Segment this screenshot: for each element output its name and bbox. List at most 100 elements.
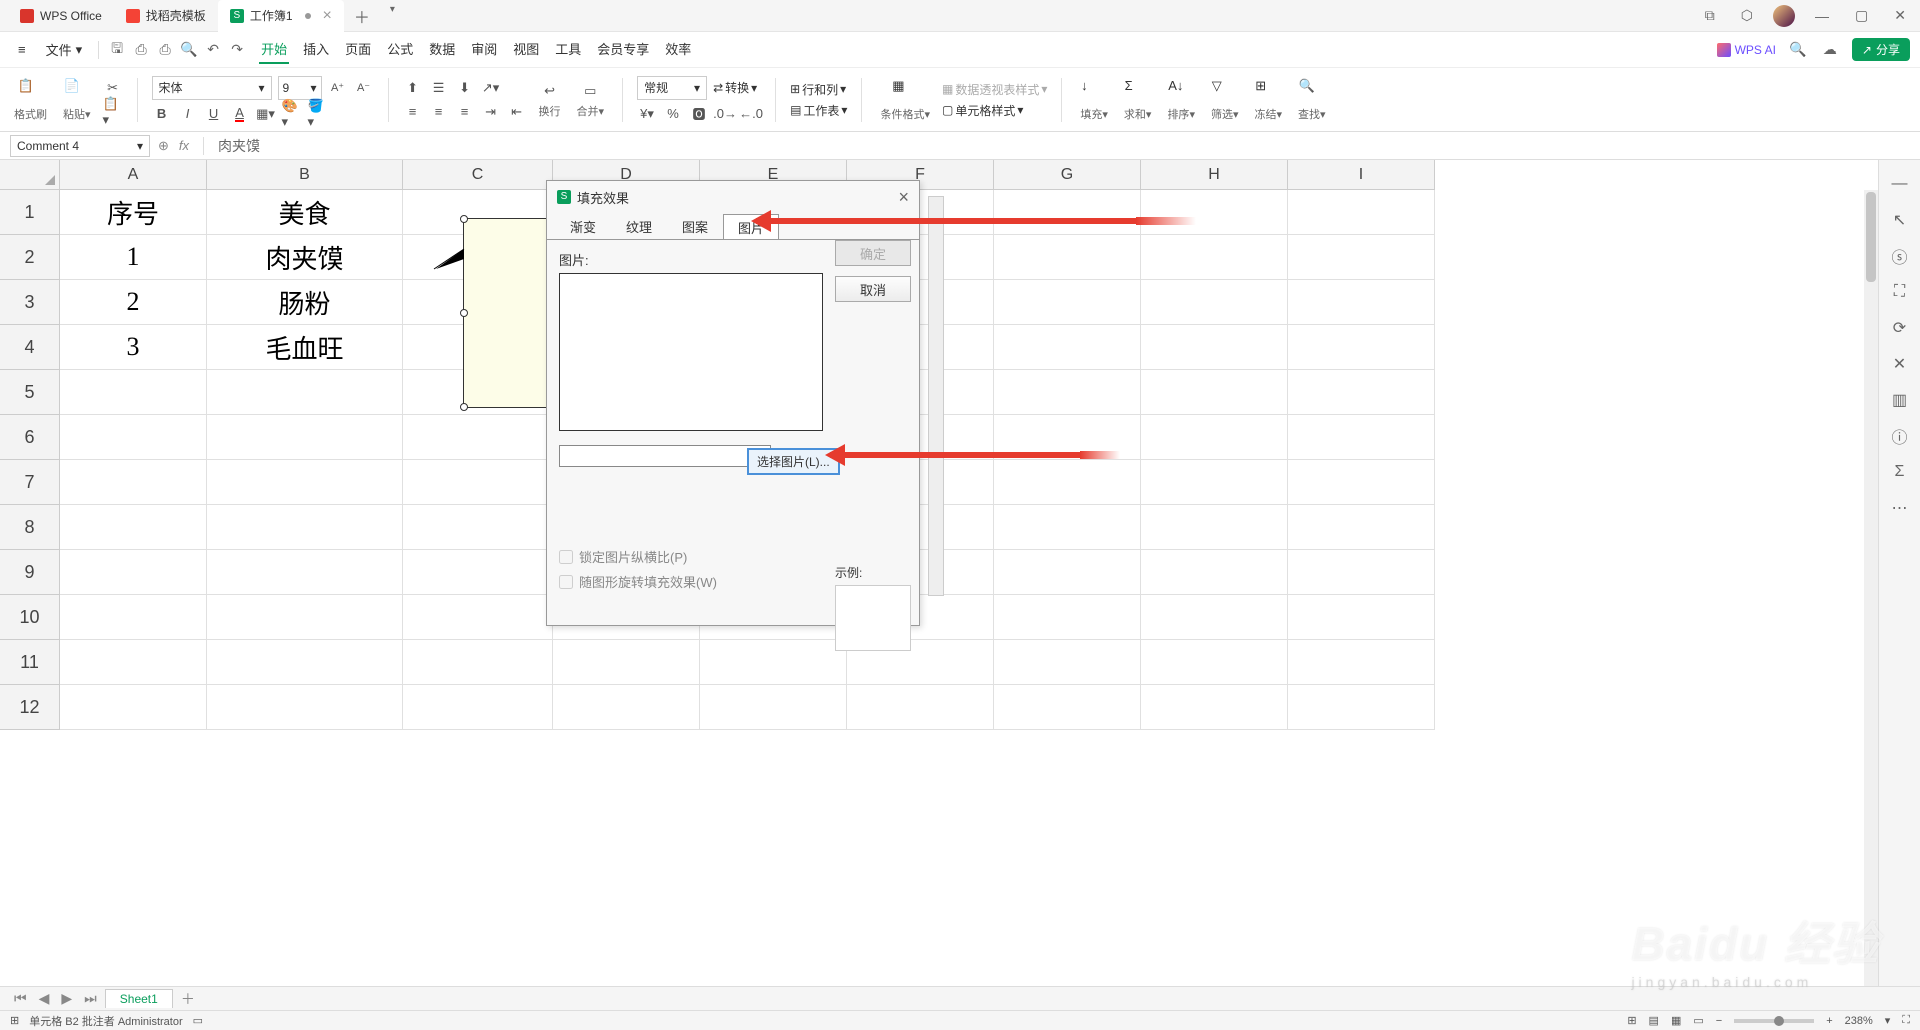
currency-icon[interactable]: ¥▾ [637, 104, 657, 124]
sheet-first-icon[interactable]: ⏮ [10, 990, 31, 1007]
tab-menu-button[interactable]: ▾ [380, 0, 405, 32]
row-header[interactable]: 9 [0, 550, 60, 595]
rowcol-button[interactable]: ⊞ 行和列▾ [790, 81, 847, 98]
menu-view[interactable]: 视图 [511, 35, 541, 64]
export-icon[interactable]: ⎙ [131, 40, 151, 60]
align-left-icon[interactable]: ≡ [403, 102, 423, 122]
cancel-button[interactable]: 取消 [835, 276, 911, 302]
freeze-button[interactable]: ⊞冻结▾ [1251, 78, 1287, 122]
view-read-icon[interactable]: ▭ [1693, 1014, 1703, 1027]
orientation-icon[interactable]: ↗▾ [481, 78, 501, 98]
ok-button[interactable]: 确定 [835, 240, 911, 266]
dec-decimal-icon[interactable]: ←.0 [741, 104, 761, 124]
menu-page[interactable]: 页面 [343, 35, 373, 64]
cells-area[interactable]: 序号美食 1肉夹馍 2肠粉 3毛血旺 [60, 190, 1878, 988]
cell[interactable]: 美食 [207, 190, 403, 235]
cell[interactable]: 肉夹馍 [207, 235, 403, 280]
avatar[interactable] [1773, 5, 1795, 27]
menu-formula[interactable]: 公式 [385, 35, 415, 64]
paste-group[interactable]: 📄 粘贴▾ [59, 78, 95, 122]
merge-button[interactable]: ▭合并▾ [573, 81, 609, 119]
col-header[interactable]: G [994, 160, 1141, 190]
increase-font-icon[interactable]: A⁺ [328, 78, 348, 98]
cursor-icon[interactable]: ↖ [1890, 210, 1910, 230]
font-color-icon[interactable]: A [230, 104, 250, 124]
fill-color-icon[interactable]: 🎨▾ [282, 104, 302, 124]
highlight-icon[interactable]: 🪣▾ [308, 104, 328, 124]
cell[interactable]: 肠粉 [207, 280, 403, 325]
app-tab-docer[interactable]: 找稻壳模板 [114, 0, 218, 32]
align-center-icon[interactable]: ≡ [429, 102, 449, 122]
menu-tools[interactable]: 工具 [553, 35, 583, 64]
menu-review[interactable]: 审阅 [469, 35, 499, 64]
expand-icon[interactable]: ⛶ [1890, 282, 1910, 302]
select-all-corner[interactable] [0, 160, 60, 190]
wps-ai-button[interactable]: WPS AI [1717, 43, 1776, 57]
close-button[interactable]: ✕ [1888, 5, 1912, 26]
rotate-fill-checkbox[interactable]: 随图形旋转填充效果(W) [559, 572, 717, 591]
row-header[interactable]: 12 [0, 685, 60, 730]
underline-icon[interactable]: U [204, 104, 224, 124]
row-header[interactable]: 6 [0, 415, 60, 460]
zoom-in-icon[interactable]: + [1826, 1015, 1832, 1027]
app-tab-workbook[interactable]: S 工作簿1 × [218, 0, 344, 32]
cond-format-button[interactable]: ▦条件格式▾ [876, 78, 934, 122]
outdent-icon[interactable]: ⇤ [507, 102, 527, 122]
cell[interactable]: 1 [60, 235, 207, 280]
border-icon[interactable]: ▦▾ [256, 104, 276, 124]
find-button[interactable]: 🔍查找▾ [1294, 78, 1330, 122]
tab-pattern[interactable]: 图案 [667, 213, 723, 239]
convert-button[interactable]: ⇄ 转换▾ [713, 79, 757, 96]
col-header[interactable]: C [403, 160, 553, 190]
picture-path-input[interactable] [559, 445, 771, 467]
row-header[interactable]: 11 [0, 640, 60, 685]
zoom-out-icon[interactable]: − [1716, 1015, 1722, 1027]
lock-ratio-checkbox[interactable]: 锁定图片纵横比(P) [559, 547, 717, 566]
tab-gradient[interactable]: 渐变 [555, 213, 611, 239]
close-icon[interactable]: × [898, 187, 909, 208]
col-header[interactable]: A [60, 160, 207, 190]
view-break-icon[interactable]: ▦ [1671, 1014, 1681, 1027]
inc-decimal-icon[interactable]: .0→ [715, 104, 735, 124]
print-icon[interactable]: ⎙ [155, 40, 175, 60]
cut-icon[interactable]: ✂ [103, 78, 123, 98]
row-header[interactable]: 10 [0, 595, 60, 640]
align-right-icon[interactable]: ≡ [455, 102, 475, 122]
status-icon[interactable]: ⊞ [10, 1014, 19, 1027]
number-format-select[interactable]: 常规▾ [637, 76, 707, 100]
view-page-icon[interactable]: ▤ [1649, 1014, 1659, 1027]
zoom-icon[interactable]: ⊕ [158, 138, 169, 154]
hamburger-menu[interactable]: ≡ [10, 38, 34, 61]
sort-button[interactable]: A↓排序▾ [1163, 78, 1199, 122]
col-header[interactable]: B [207, 160, 403, 190]
view-normal-icon[interactable]: ⊞ [1627, 1014, 1636, 1027]
indent-icon[interactable]: ⇥ [481, 102, 501, 122]
row-header[interactable]: 7 [0, 460, 60, 505]
style-icon[interactable]: ⓢ [1890, 246, 1910, 266]
fullscreen-icon[interactable]: ⛶ [1902, 1014, 1910, 1027]
redo-icon[interactable]: ↷ [227, 40, 247, 60]
bold-icon[interactable]: B [152, 104, 172, 124]
menu-insert[interactable]: 插入 [301, 35, 331, 64]
new-tab-button[interactable]: ＋ [344, 0, 380, 32]
copy-icon[interactable]: 📋▾ [103, 102, 123, 122]
cell[interactable]: 3 [60, 325, 207, 370]
undo-icon[interactable]: ↶ [203, 40, 223, 60]
window-copy-icon[interactable]: ⧉ [1699, 5, 1721, 26]
percent-icon[interactable]: % [663, 104, 683, 124]
menu-member[interactable]: 会员专享 [595, 35, 651, 64]
layers-icon[interactable]: ▥ [1890, 390, 1910, 410]
italic-icon[interactable]: I [178, 104, 198, 124]
sheet-next-icon[interactable]: ▶ [57, 990, 76, 1007]
col-header[interactable]: I [1288, 160, 1435, 190]
worksheet-button[interactable]: ▤ 工作表▾ [790, 102, 847, 119]
row-header[interactable]: 3 [0, 280, 60, 325]
menu-data[interactable]: 数据 [427, 35, 457, 64]
cell[interactable]: 序号 [60, 190, 207, 235]
close-icon[interactable]: × [323, 7, 332, 25]
cube-icon[interactable]: ⬡ [1735, 5, 1759, 26]
sheet-last-icon[interactable]: ⏭ [80, 990, 101, 1007]
comma-icon[interactable]: 🅾 [689, 104, 709, 124]
decrease-font-icon[interactable]: A⁻ [354, 78, 374, 98]
add-sheet-icon[interactable]: ＋ [177, 989, 199, 1009]
